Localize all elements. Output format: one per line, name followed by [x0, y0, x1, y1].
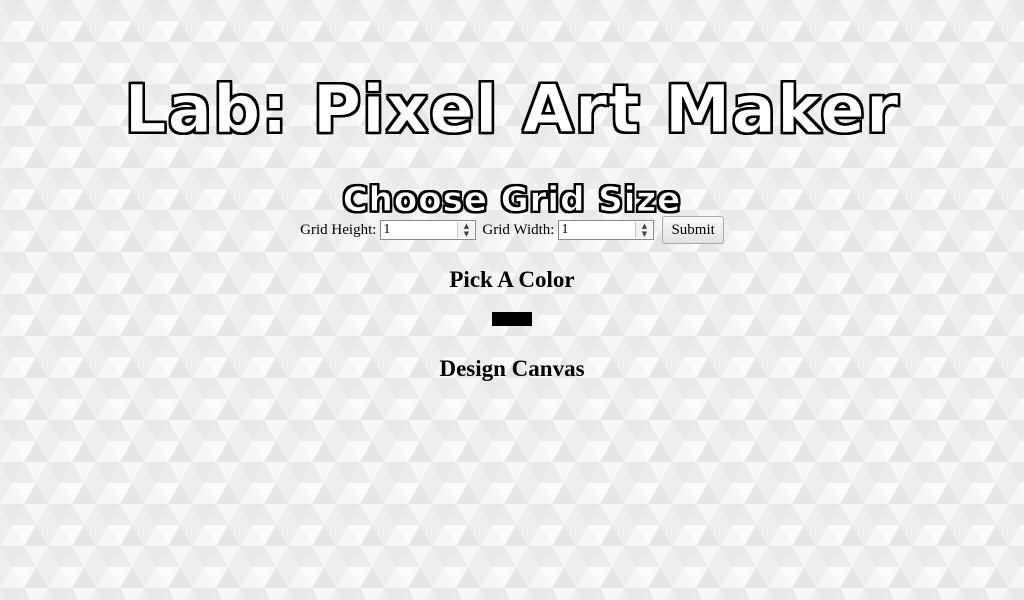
- grid-width-label: Grid Width:: [482, 221, 555, 238]
- grid-height-label: Grid Height:: [300, 221, 377, 238]
- spin-up-icon[interactable]: ▲: [636, 222, 653, 230]
- submit-button[interactable]: Submit: [662, 216, 724, 244]
- pick-color-heading: Pick A Color: [449, 267, 575, 292]
- grid-width-input[interactable]: [559, 221, 640, 239]
- page-title: Lab: Pixel Art Maker: [124, 71, 900, 149]
- spin-down-icon[interactable]: ▼: [636, 230, 653, 238]
- spin-down-icon[interactable]: ▼: [458, 230, 475, 238]
- grid-height-input[interactable]: [381, 221, 462, 239]
- design-canvas-heading: Design Canvas: [439, 356, 585, 381]
- grid-height-field[interactable]: ▲ ▼: [380, 220, 477, 240]
- page-content: Lab: Pixel Art Maker Choose Grid Size Gr…: [0, 0, 1024, 600]
- grid-width-field[interactable]: ▲ ▼: [558, 220, 655, 240]
- grid-width-spinner[interactable]: ▲ ▼: [635, 222, 653, 238]
- color-picker-swatch[interactable]: [492, 312, 532, 326]
- grid-height-spinner[interactable]: ▲ ▼: [457, 222, 475, 238]
- grid-size-form: Grid Height: ▲ ▼ Grid Width: ▲ ▼ Submit: [0, 216, 1024, 244]
- spin-up-icon[interactable]: ▲: [458, 222, 475, 230]
